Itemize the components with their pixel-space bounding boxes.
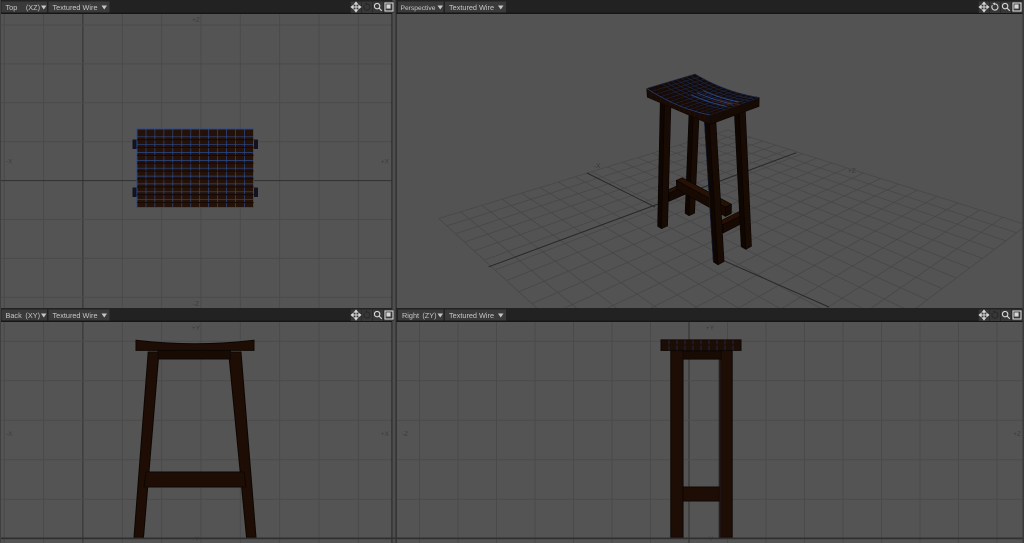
svg-text:-X: -X — [6, 159, 13, 166]
svg-text:-Z: -Z — [193, 301, 199, 308]
svg-text:+Z: +Z — [192, 17, 200, 24]
svg-text:Textured Wire: Textured Wire — [449, 3, 494, 12]
svg-text:Textured Wire: Textured Wire — [53, 3, 98, 12]
svg-text:+X: +X — [381, 159, 390, 166]
svg-text:Perspective: Perspective — [401, 5, 436, 12]
svg-text:+Z: +Z — [1013, 431, 1021, 438]
svg-text:+X: +X — [381, 431, 390, 438]
svg-text:-X: -X — [6, 431, 13, 438]
svg-text:Textured Wire: Textured Wire — [53, 311, 98, 320]
svg-text:-Y: -Y — [193, 536, 200, 543]
svg-text:(ZY): (ZY) — [422, 311, 436, 320]
svg-text:+Y: +Y — [192, 325, 201, 332]
svg-text:-Z: -Z — [402, 431, 408, 438]
svg-text:(XY): (XY) — [25, 311, 40, 320]
svg-text:+Z: +Z — [848, 168, 856, 175]
svg-text:Textured Wire: Textured Wire — [449, 311, 494, 320]
svg-text:Right: Right — [402, 311, 419, 320]
svg-text:Back: Back — [6, 311, 23, 320]
svg-text:-Y: -Y — [707, 536, 714, 543]
svg-text:-X: -X — [594, 163, 601, 170]
svg-text:Top: Top — [6, 3, 18, 12]
svg-text:+Y: +Y — [706, 325, 715, 332]
svg-text:(XZ): (XZ) — [26, 3, 40, 12]
